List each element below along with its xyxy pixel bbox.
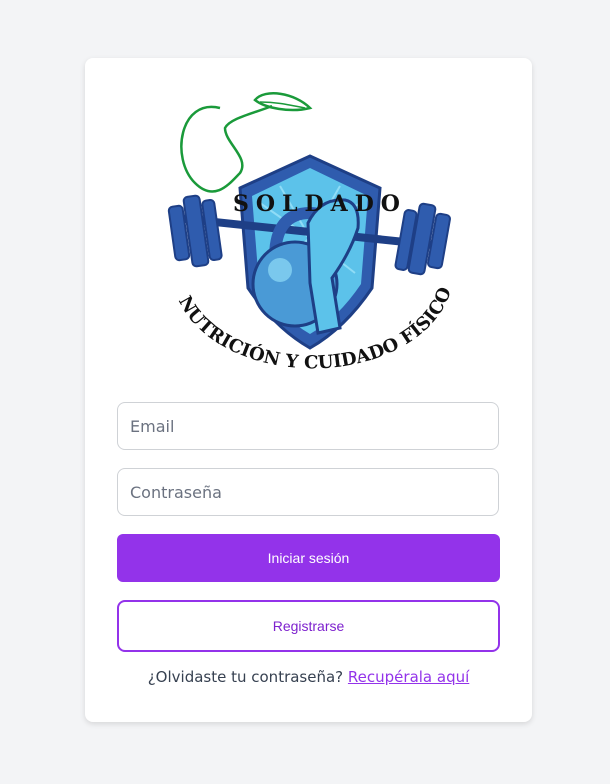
forgot-password-text: ¿Olvidaste tu contraseña? [147, 668, 344, 686]
recover-password-link[interactable]: Recupérala aquí [348, 668, 469, 686]
kettlebell-shield-logo-icon: SOLDADO NUTRICIÓN Y CUIDADO FÍSICO [167, 92, 456, 373]
brand-logo: SOLDADO NUTRICIÓN Y CUIDADO FÍSICO [160, 88, 460, 388]
brand-name: SOLDADO [233, 191, 407, 217]
password-input[interactable] [117, 468, 499, 516]
forgot-password-row: ¿Olvidaste tu contraseña? Recupérala aqu… [85, 668, 532, 686]
login-card: SOLDADO NUTRICIÓN Y CUIDADO FÍSICO Inici… [85, 58, 532, 722]
register-button[interactable]: Registrarse [117, 600, 500, 652]
login-button[interactable]: Iniciar sesión [117, 534, 500, 582]
email-input[interactable] [117, 402, 499, 450]
